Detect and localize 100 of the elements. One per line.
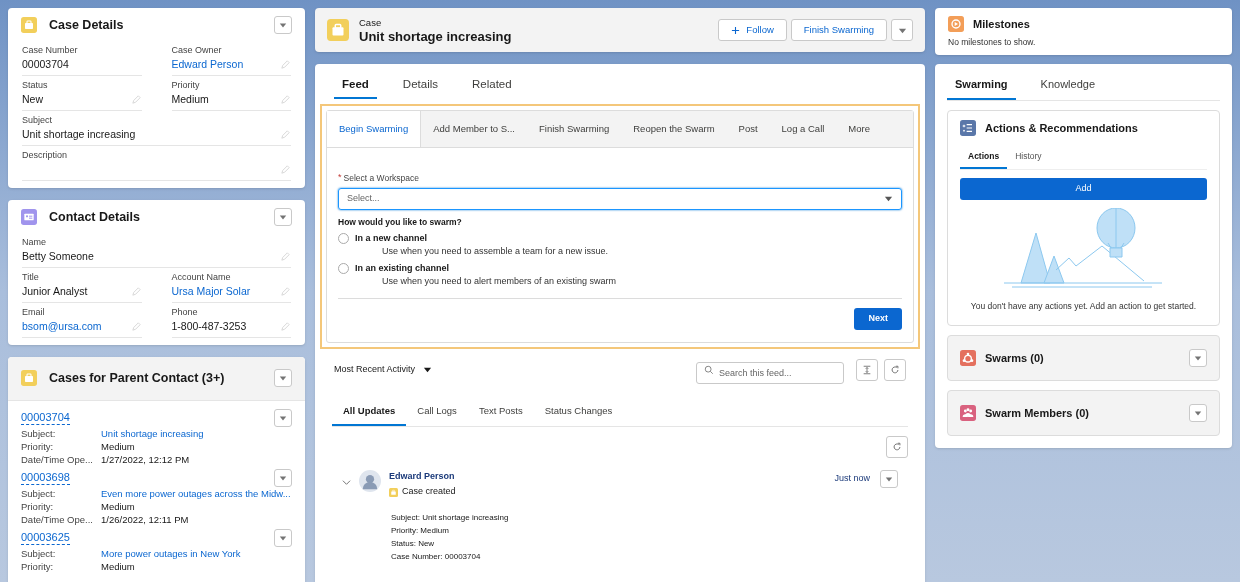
- tab[interactable]: Swarming: [947, 76, 1016, 100]
- tab[interactable]: Finish Swarming: [527, 111, 622, 148]
- edit-icon[interactable]: [280, 164, 291, 176]
- tab[interactable]: Begin Swarming: [327, 111, 422, 148]
- search-icon: [704, 364, 714, 375]
- card-title: Contact Details: [49, 208, 141, 226]
- caret-icon: [279, 413, 287, 422]
- field-link[interactable]: Ursa Major Solar: [171, 283, 251, 300]
- caret-icon: [279, 533, 287, 542]
- field-value: 00003704: [22, 56, 69, 72]
- dropdown-button[interactable]: [1189, 403, 1207, 422]
- edit-icon[interactable]: [280, 286, 291, 297]
- caret-icon: [1194, 408, 1202, 417]
- field-link[interactable]: bsom@ursa.com: [22, 318, 102, 335]
- field-value: 1-800-487-3253: [171, 318, 247, 334]
- caret-icon: [423, 365, 433, 374]
- tab[interactable]: Text Posts: [467, 403, 534, 426]
- edit-icon[interactable]: [280, 129, 291, 141]
- tab[interactable]: More: [836, 111, 882, 148]
- dropdown-button[interactable]: [274, 369, 292, 387]
- question-label: How would you like to swarm?: [338, 215, 463, 229]
- dropdown-button[interactable]: [1189, 348, 1207, 367]
- timestamp-link[interactable]: Just now: [834, 472, 870, 486]
- tab[interactable]: Actions: [960, 150, 1008, 169]
- field-label: Subject:: [21, 546, 57, 560]
- field-label: Name: [22, 235, 47, 249]
- tab[interactable]: Call Logs: [406, 403, 468, 426]
- tab[interactable]: Status Changes: [533, 403, 624, 426]
- tab[interactable]: Post: [726, 111, 770, 148]
- tab[interactable]: Feed: [334, 76, 377, 100]
- dropdown-button[interactable]: [274, 528, 292, 547]
- case-icon: [389, 487, 398, 497]
- caret-icon: [885, 474, 893, 483]
- object-label: Case: [359, 16, 383, 30]
- tab[interactable]: Details: [394, 76, 446, 100]
- dropdown-button[interactable]: [274, 408, 292, 427]
- dropdown-button[interactable]: [274, 16, 292, 35]
- tab[interactable]: All Updates: [332, 403, 407, 426]
- dropdown-button[interactable]: [880, 469, 898, 488]
- field-label: Description: [22, 148, 69, 162]
- edit-icon[interactable]: [280, 251, 291, 262]
- card-title: Cases for Parent Contact (3+): [49, 369, 226, 387]
- chevron-icon[interactable]: [342, 477, 351, 487]
- tab[interactable]: Related: [464, 76, 520, 100]
- field-label: Case Number: [22, 43, 79, 57]
- field-label: Status: [22, 78, 49, 92]
- field-label: Subject:: [21, 486, 57, 500]
- refresh-icon: [890, 364, 900, 375]
- field-link[interactable]: Even more power outages across the Midw...: [101, 486, 291, 500]
- option-description: Use when you need to alert members of an existing swarm: [382, 275, 618, 288]
- card-title: Swarms (0): [985, 350, 1045, 366]
- field-label: Priority:: [21, 499, 55, 513]
- tab[interactable]: Add Member to S...: [421, 111, 527, 148]
- case-icon: [21, 370, 37, 386]
- field-label: Date/Time Ope...: [21, 512, 94, 526]
- refresh-button[interactable]: [884, 358, 906, 381]
- follow-button[interactable]: Follow: [718, 19, 787, 41]
- edit-icon[interactable]: [280, 59, 291, 71]
- edit-icon[interactable]: [130, 321, 142, 332]
- list-icon: [960, 119, 976, 136]
- record-link[interactable]: 00003704: [21, 410, 70, 425]
- author-link[interactable]: Edward Person: [389, 469, 456, 484]
- field-label: Subject: [22, 113, 54, 127]
- edit-icon[interactable]: [130, 94, 142, 106]
- record-title: Unit shortage increasing: [359, 30, 513, 44]
- add-button[interactable]: Add: [960, 177, 1207, 200]
- empty-message: No milestones to show.: [948, 35, 1037, 49]
- record-link[interactable]: 00003698: [21, 470, 70, 485]
- empty-message: You don't have any actions yet. Add an action to get started.: [969, 299, 1198, 313]
- more-actions-button[interactable]: [891, 19, 913, 41]
- field-link[interactable]: More power outages in New York: [101, 546, 241, 560]
- workspace-select[interactable]: Select...: [338, 187, 902, 210]
- dropdown-button[interactable]: [274, 208, 292, 227]
- tab[interactable]: History: [1007, 150, 1050, 169]
- record-link[interactable]: 00003625: [21, 530, 70, 545]
- field-link[interactable]: Edward Person: [171, 56, 244, 73]
- field-label: Priority:: [21, 559, 55, 573]
- feed-detail: Priority: Medium: [391, 524, 450, 537]
- edit-icon[interactable]: [130, 286, 142, 297]
- field-label: Priority: [171, 78, 201, 92]
- refresh-button[interactable]: [886, 435, 908, 458]
- field-value: Medium: [101, 499, 135, 513]
- search-field[interactable]: Search this feed...: [696, 361, 844, 384]
- dropdown-button[interactable]: [274, 468, 292, 487]
- next-button[interactable]: Next: [854, 307, 902, 330]
- tab[interactable]: Log a Call: [769, 111, 837, 148]
- edit-icon[interactable]: [280, 94, 291, 106]
- case-icon: [327, 19, 349, 41]
- action-button[interactable]: Finish Swarming: [790, 19, 887, 41]
- edit-icon[interactable]: [280, 321, 291, 332]
- field-value: Medium: [101, 439, 135, 453]
- option-label: In an existing channel: [355, 261, 450, 275]
- tab[interactable]: Knowledge: [1032, 76, 1103, 100]
- field-link[interactable]: Unit shortage increasing: [101, 426, 204, 440]
- sort-dropdown[interactable]: Most Recent Activity: [334, 362, 690, 377]
- expand-collapse-icon: [862, 364, 872, 375]
- plus-icon: [731, 25, 741, 35]
- option-label: In a new channel: [355, 231, 428, 245]
- collapse-button[interactable]: [856, 358, 878, 381]
- tab[interactable]: Reopen the Swarm: [621, 111, 727, 148]
